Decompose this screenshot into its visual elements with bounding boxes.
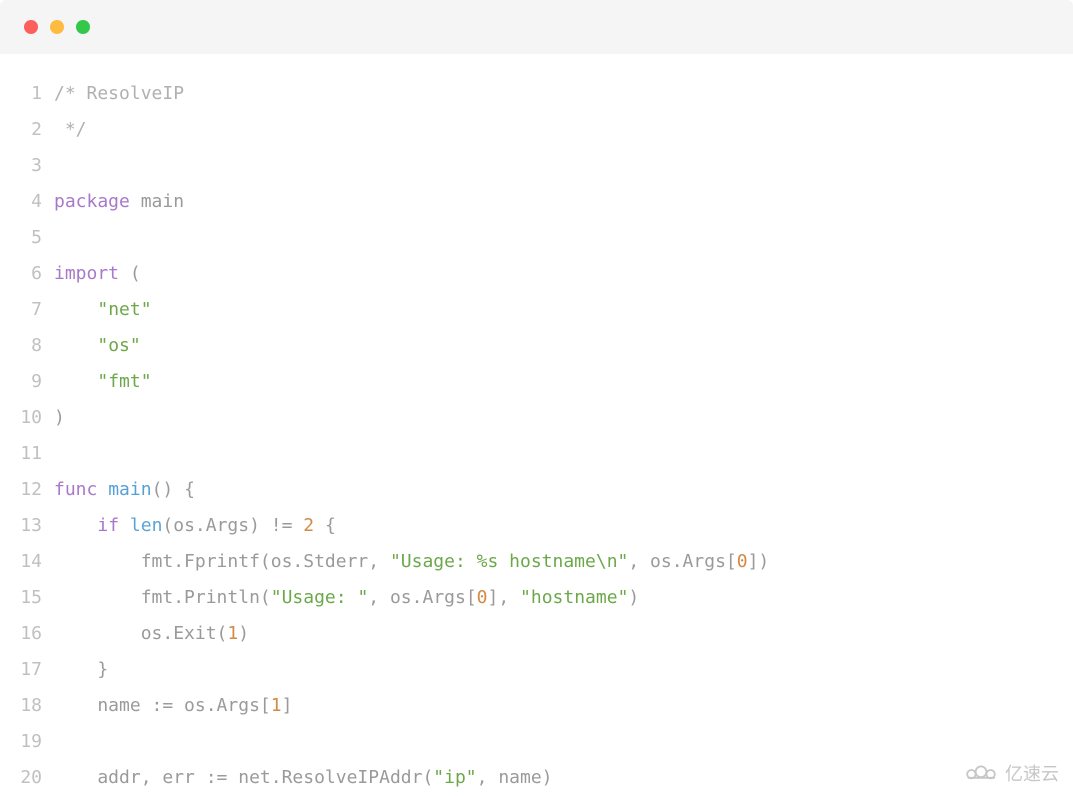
line-number: 1 [0, 76, 54, 112]
code-line: 1/* ResolveIP [0, 76, 1073, 112]
line-number: 6 [0, 256, 54, 292]
titlebar [0, 0, 1073, 54]
code-content: "fmt" [54, 364, 152, 400]
line-number: 11 [0, 436, 54, 472]
line-number: 10 [0, 400, 54, 436]
zoom-icon[interactable] [76, 20, 90, 34]
code-line: 2 */ [0, 112, 1073, 148]
line-number: 7 [0, 292, 54, 328]
code-content: func main() { [54, 472, 195, 508]
cloud-icon [963, 763, 999, 783]
code-line: 6import ( [0, 256, 1073, 292]
code-line: 20 addr, err := net.ResolveIPAddr("ip", … [0, 760, 1073, 796]
code-line: 11 [0, 436, 1073, 472]
code-line: 9 "fmt" [0, 364, 1073, 400]
code-line: 3 [0, 148, 1073, 184]
code-line: 7 "net" [0, 292, 1073, 328]
line-number: 14 [0, 544, 54, 580]
code-content: name := os.Args[1] [54, 688, 292, 724]
code-content: os.Exit(1) [54, 616, 249, 652]
line-number: 4 [0, 184, 54, 220]
code-line: 4package main [0, 184, 1073, 220]
code-line: 12func main() { [0, 472, 1073, 508]
line-number: 12 [0, 472, 54, 508]
code-line: 16 os.Exit(1) [0, 616, 1073, 652]
code-line: 13 if len(os.Args) != 2 { [0, 508, 1073, 544]
line-number: 3 [0, 148, 54, 184]
code-content: package main [54, 184, 184, 220]
watermark-text: 亿速云 [1005, 760, 1059, 786]
code-line: 10) [0, 400, 1073, 436]
code-line: 15 fmt.Println("Usage: ", os.Args[0], "h… [0, 580, 1073, 616]
line-number: 18 [0, 688, 54, 724]
code-content: fmt.Fprintf(os.Stderr, "Usage: %s hostna… [54, 544, 769, 580]
code-line: 19 [0, 724, 1073, 760]
line-number: 15 [0, 580, 54, 616]
line-number: 19 [0, 724, 54, 760]
line-number: 5 [0, 220, 54, 256]
code-line: 17 } [0, 652, 1073, 688]
code-line: 14 fmt.Fprintf(os.Stderr, "Usage: %s hos… [0, 544, 1073, 580]
code-line: 8 "os" [0, 328, 1073, 364]
code-content: import ( [54, 256, 141, 292]
code-content: ) [54, 400, 65, 436]
code-content: if len(os.Args) != 2 { [54, 508, 336, 544]
line-number: 13 [0, 508, 54, 544]
watermark: 亿速云 [963, 760, 1059, 786]
line-number: 17 [0, 652, 54, 688]
line-number: 8 [0, 328, 54, 364]
code-content: /* ResolveIP [54, 76, 184, 112]
code-line: 5 [0, 220, 1073, 256]
code-content: fmt.Println("Usage: ", os.Args[0], "host… [54, 580, 639, 616]
code-content: "net" [54, 292, 152, 328]
line-number: 2 [0, 112, 54, 148]
line-number: 9 [0, 364, 54, 400]
code-content: "os" [54, 328, 141, 364]
code-content: } [54, 652, 108, 688]
code-window: 1/* ResolveIP2 */34package main56import … [0, 0, 1073, 796]
code-content: */ [54, 112, 87, 148]
code-content: addr, err := net.ResolveIPAddr("ip", nam… [54, 760, 553, 796]
code-line: 18 name := os.Args[1] [0, 688, 1073, 724]
close-icon[interactable] [24, 20, 38, 34]
line-number: 20 [0, 760, 54, 796]
minimize-icon[interactable] [50, 20, 64, 34]
line-number: 16 [0, 616, 54, 652]
code-editor: 1/* ResolveIP2 */34package main56import … [0, 54, 1073, 796]
